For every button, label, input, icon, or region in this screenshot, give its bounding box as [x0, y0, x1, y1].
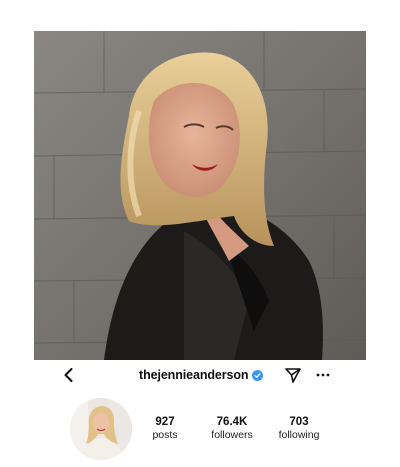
followers-value: 76.4K	[216, 416, 248, 428]
profile-avatar[interactable]	[70, 398, 132, 460]
followers-count[interactable]: 76.4K followers	[197, 416, 267, 442]
profile-username[interactable]: thejennieanderson	[139, 368, 249, 382]
posts-count[interactable]: 927 posts	[130, 416, 200, 442]
profile-page: thejennieanderson 927 posts 76.4K follow…	[0, 0, 400, 467]
verified-badge-icon	[252, 369, 264, 381]
username-area: thejennieanderson	[139, 367, 264, 383]
posts-value: 927	[155, 416, 175, 428]
featured-photo	[34, 31, 366, 360]
more-options-button[interactable]	[315, 366, 331, 384]
posts-label: posts	[152, 429, 178, 441]
more-horizontal-icon	[316, 373, 330, 377]
following-value: 703	[289, 416, 309, 428]
paper-plane-icon	[285, 368, 301, 383]
chevron-left-icon	[64, 368, 73, 382]
followers-label: followers	[211, 429, 253, 441]
profile-header-bar: thejennieanderson	[34, 360, 366, 390]
following-label: following	[278, 429, 320, 441]
following-count[interactable]: 703 following	[264, 416, 334, 442]
share-button[interactable]	[284, 366, 302, 384]
back-button[interactable]	[60, 366, 78, 384]
